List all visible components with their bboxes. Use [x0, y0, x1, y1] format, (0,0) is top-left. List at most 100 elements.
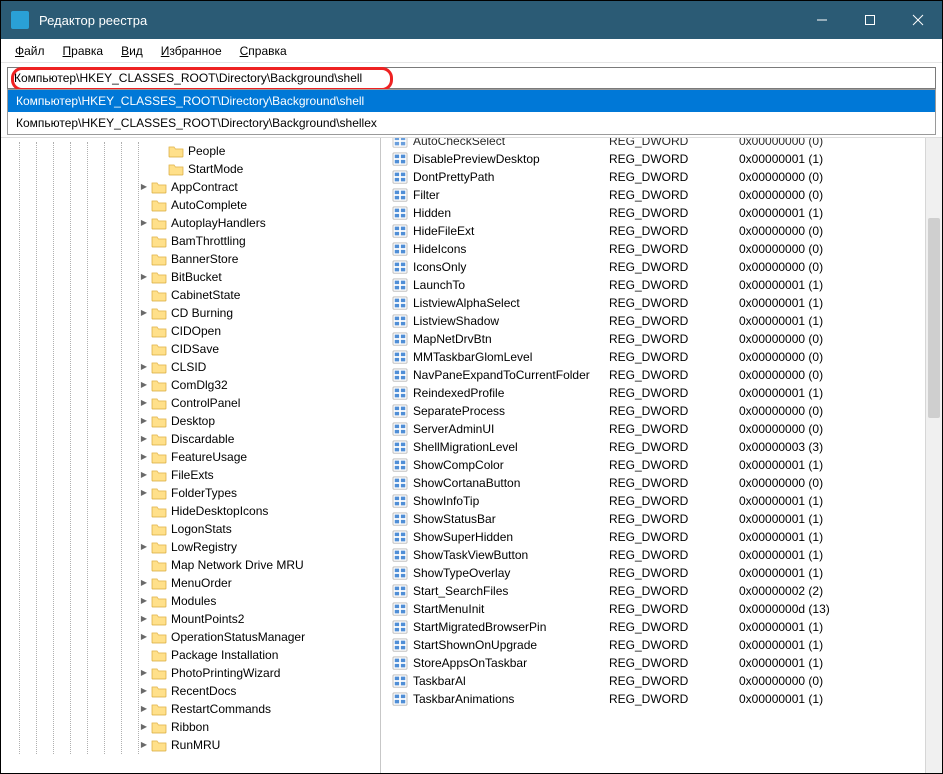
tree-node[interactable]: CIDOpen	[1, 322, 380, 340]
expand-icon[interactable]: ▶	[137, 448, 151, 466]
value-row[interactable]: ShowCortanaButtonREG_DWORD0x00000000 (0)	[387, 474, 942, 492]
expand-icon[interactable]: ▶	[137, 178, 151, 196]
value-row[interactable]: Start_SearchFilesREG_DWORD0x00000002 (2)	[387, 582, 942, 600]
expand-icon[interactable]: ▶	[137, 538, 151, 556]
value-row[interactable]: StartShownOnUpgradeREG_DWORD0x00000001 (…	[387, 636, 942, 654]
value-row[interactable]: MapNetDrvBtnREG_DWORD0x00000000 (0)	[387, 330, 942, 348]
tree-node[interactable]: ▶CLSID	[1, 358, 380, 376]
tree-node[interactable]: ▶FolderTypes	[1, 484, 380, 502]
value-row[interactable]: AutoCheckSelectREG_DWORD0x00000000 (0)	[387, 138, 942, 150]
tree-node[interactable]: ▶LowRegistry	[1, 538, 380, 556]
suggestion-item[interactable]: Компьютер\HKEY_CLASSES_ROOT\Directory\Ba…	[8, 112, 935, 134]
expand-icon[interactable]: ▶	[137, 484, 151, 502]
titlebar[interactable]: Редактор реестра	[1, 1, 942, 39]
tree-node[interactable]: ▶MenuOrder	[1, 574, 380, 592]
tree-node[interactable]: ▶ControlPanel	[1, 394, 380, 412]
value-row[interactable]: StoreAppsOnTaskbarREG_DWORD0x00000001 (1…	[387, 654, 942, 672]
address-input[interactable]	[7, 67, 936, 89]
tree-node[interactable]: ▶RunMRU	[1, 736, 380, 754]
value-row[interactable]: ShowStatusBarREG_DWORD0x00000001 (1)	[387, 510, 942, 528]
tree-node[interactable]: StartMode	[1, 160, 380, 178]
value-row[interactable]: ShowTypeOverlayREG_DWORD0x00000001 (1)	[387, 564, 942, 582]
tree-node[interactable]: ▶OperationStatusManager	[1, 628, 380, 646]
tree-node[interactable]: HideDesktopIcons	[1, 502, 380, 520]
value-row[interactable]: StartMenuInitREG_DWORD0x0000000d (13)	[387, 600, 942, 618]
expand-icon[interactable]: ▶	[137, 574, 151, 592]
expand-icon[interactable]: ▶	[137, 610, 151, 628]
value-row[interactable]: ListviewShadowREG_DWORD0x00000001 (1)	[387, 312, 942, 330]
expand-icon[interactable]: ▶	[137, 358, 151, 376]
value-row[interactable]: HiddenREG_DWORD0x00000001 (1)	[387, 204, 942, 222]
expand-icon[interactable]: ▶	[137, 214, 151, 232]
expand-icon[interactable]: ▶	[137, 430, 151, 448]
value-row[interactable]: ShowSuperHiddenREG_DWORD0x00000001 (1)	[387, 528, 942, 546]
value-row[interactable]: HideFileExtREG_DWORD0x00000000 (0)	[387, 222, 942, 240]
expand-icon[interactable]: ▶	[137, 268, 151, 286]
value-row[interactable]: TaskbarAlREG_DWORD0x00000000 (0)	[387, 672, 942, 690]
expand-icon[interactable]: ▶	[137, 592, 151, 610]
maximize-button[interactable]	[846, 1, 894, 39]
menu-view[interactable]: Вид	[113, 41, 151, 61]
value-row[interactable]: LaunchToREG_DWORD0x00000001 (1)	[387, 276, 942, 294]
tree-node[interactable]: ▶FeatureUsage	[1, 448, 380, 466]
value-row[interactable]: StartMigratedBrowserPinREG_DWORD0x000000…	[387, 618, 942, 636]
value-row[interactable]: IconsOnlyREG_DWORD0x00000000 (0)	[387, 258, 942, 276]
scrollbar-thumb[interactable]	[928, 218, 940, 418]
expand-icon[interactable]: ▶	[137, 718, 151, 736]
tree-node[interactable]: BannerStore	[1, 250, 380, 268]
menu-file[interactable]: Файл	[7, 41, 53, 61]
tree-node[interactable]: ▶RestartCommands	[1, 700, 380, 718]
tree-node[interactable]: CabinetState	[1, 286, 380, 304]
tree-node[interactable]: LogonStats	[1, 520, 380, 538]
close-button[interactable]	[894, 1, 942, 39]
value-row[interactable]: SeparateProcessREG_DWORD0x00000000 (0)	[387, 402, 942, 420]
tree-node[interactable]: People	[1, 142, 380, 160]
expand-icon[interactable]: ▶	[137, 628, 151, 646]
tree-node[interactable]: CIDSave	[1, 340, 380, 358]
suggestion-item[interactable]: Компьютер\HKEY_CLASSES_ROOT\Directory\Ba…	[8, 90, 935, 112]
menu-help[interactable]: Справка	[232, 41, 295, 61]
tree-node[interactable]: ▶AutoplayHandlers	[1, 214, 380, 232]
value-row[interactable]: TaskbarAnimationsREG_DWORD0x00000001 (1)	[387, 690, 942, 708]
value-row[interactable]: NavPaneExpandToCurrentFolderREG_DWORD0x0…	[387, 366, 942, 384]
value-row[interactable]: ShellMigrationLevelREG_DWORD0x00000003 (…	[387, 438, 942, 456]
expand-icon[interactable]: ▶	[137, 466, 151, 484]
tree-node[interactable]: ▶Ribbon	[1, 718, 380, 736]
tree-node[interactable]: ▶Desktop	[1, 412, 380, 430]
value-row[interactable]: ShowInfoTipREG_DWORD0x00000001 (1)	[387, 492, 942, 510]
tree-node[interactable]: Map Network Drive MRU	[1, 556, 380, 574]
expand-icon[interactable]: ▶	[137, 376, 151, 394]
tree-node[interactable]: ▶ComDlg32	[1, 376, 380, 394]
expand-icon[interactable]: ▶	[137, 682, 151, 700]
value-row[interactable]: DontPrettyPathREG_DWORD0x00000000 (0)	[387, 168, 942, 186]
expand-icon[interactable]: ▶	[137, 304, 151, 322]
expand-icon[interactable]: ▶	[137, 736, 151, 754]
value-row[interactable]: HideIconsREG_DWORD0x00000000 (0)	[387, 240, 942, 258]
vertical-scrollbar[interactable]	[925, 138, 942, 773]
tree-node[interactable]: Package Installation	[1, 646, 380, 664]
tree-node[interactable]: ▶AppContract	[1, 178, 380, 196]
tree-node[interactable]: ▶PhotoPrintingWizard	[1, 664, 380, 682]
tree-node[interactable]: ▶CD Burning	[1, 304, 380, 322]
expand-icon[interactable]: ▶	[137, 664, 151, 682]
tree-node[interactable]: ▶FileExts	[1, 466, 380, 484]
values-pane[interactable]: AutoCheckSelectREG_DWORD0x00000000 (0)Di…	[387, 138, 942, 773]
tree-node[interactable]: ▶Discardable	[1, 430, 380, 448]
expand-icon[interactable]: ▶	[137, 394, 151, 412]
value-row[interactable]: MMTaskbarGlomLevelREG_DWORD0x00000000 (0…	[387, 348, 942, 366]
value-row[interactable]: FilterREG_DWORD0x00000000 (0)	[387, 186, 942, 204]
tree-node[interactable]: ▶MountPoints2	[1, 610, 380, 628]
tree-node[interactable]: ▶BitBucket	[1, 268, 380, 286]
menu-edit[interactable]: Правка	[55, 41, 112, 61]
value-row[interactable]: ReindexedProfileREG_DWORD0x00000001 (1)	[387, 384, 942, 402]
tree-node[interactable]: ▶RecentDocs	[1, 682, 380, 700]
tree-node[interactable]: ▶Modules	[1, 592, 380, 610]
minimize-button[interactable]	[798, 1, 846, 39]
value-row[interactable]: ShowCompColorREG_DWORD0x00000001 (1)	[387, 456, 942, 474]
value-row[interactable]: ListviewAlphaSelectREG_DWORD0x00000001 (…	[387, 294, 942, 312]
tree-pane[interactable]: PeopleStartMode▶AppContractAutoComplete▶…	[1, 138, 381, 773]
tree-node[interactable]: BamThrottling	[1, 232, 380, 250]
menu-favorites[interactable]: Избранное	[153, 41, 230, 61]
value-row[interactable]: ShowTaskViewButtonREG_DWORD0x00000001 (1…	[387, 546, 942, 564]
value-row[interactable]: DisablePreviewDesktopREG_DWORD0x00000001…	[387, 150, 942, 168]
